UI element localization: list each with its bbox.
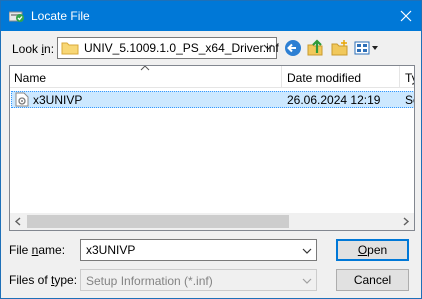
file-type-value: Setup Information (*.inf) [86,274,213,288]
column-divider[interactable] [399,66,400,88]
column-header-type[interactable]: Ty [405,71,414,85]
current-folder-name: UNIV_5.1009.1.0_PS_x64_Driver.inf [84,41,279,55]
chevron-down-icon[interactable] [263,42,273,52]
title-bar[interactable]: Locate File [1,1,421,31]
back-icon[interactable] [284,39,304,57]
chevron-down-icon[interactable] [302,246,312,256]
scroll-right-icon[interactable] [400,217,410,226]
horizontal-scrollbar[interactable] [10,213,414,230]
close-icon [400,10,412,22]
cancel-button[interactable]: Cancel [336,269,409,291]
chevron-down-icon[interactable] [302,276,312,286]
app-icon [9,11,24,22]
file-list[interactable]: Name Date modified Ty x3UNIVP 26.06.2024… [9,65,415,231]
scrollbar-thumb[interactable] [27,215,289,228]
column-divider[interactable] [281,66,282,88]
column-header-name[interactable]: Name [14,71,46,85]
scroll-left-icon[interactable] [14,217,24,226]
list-item[interactable]: x3UNIVP 26.06.2024 12:19 Se [11,91,414,108]
dialog-title: Locate File [31,9,90,23]
file-name-cell: x3UNIVP [33,93,83,107]
open-button[interactable]: Open [336,239,409,261]
locate-file-dialog: Locate File Look in: UNIV_5.1009.1.0_PS_… [0,0,422,299]
close-button[interactable] [391,1,421,31]
file-type-select[interactable]: Setup Information (*.inf) [80,269,317,291]
list-header: Name Date modified Ty [10,66,414,88]
new-folder-icon[interactable] [330,39,350,57]
setup-file-icon [15,92,29,107]
type-cell: Se [405,93,414,107]
folder-icon [61,42,79,55]
column-header-date-modified[interactable]: Date modified [287,71,361,85]
up-one-level-icon[interactable] [306,39,326,57]
date-modified-cell: 26.06.2024 12:19 [287,93,381,107]
file-name-field[interactable] [80,239,317,261]
look-in-label: Look in: [12,42,55,56]
look-in-dropdown[interactable]: UNIV_5.1009.1.0_PS_x64_Driver.inf [57,37,279,59]
file-name-input[interactable] [81,240,301,260]
view-menu-icon[interactable] [353,39,379,57]
sort-ascending-icon [140,66,150,71]
file-type-label: Files of type: [9,273,78,287]
file-name-label: File name: [9,243,66,257]
